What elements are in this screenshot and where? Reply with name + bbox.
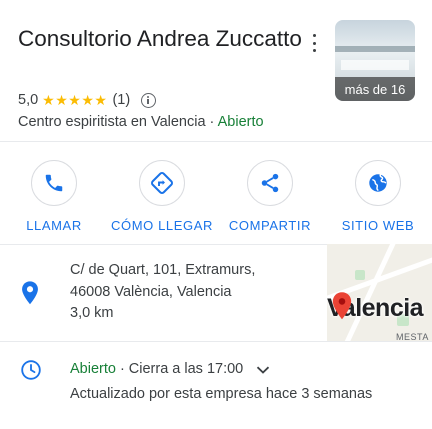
website-button[interactable]: SITIO WEB xyxy=(328,160,428,233)
website-label: SITIO WEB xyxy=(341,218,415,233)
rating-value: 5,0 xyxy=(18,92,39,108)
map-marker-icon xyxy=(332,292,352,320)
divider xyxy=(0,341,432,342)
share-icon xyxy=(261,173,279,193)
updated-note: Actualizado por esta empresa hace 3 sema… xyxy=(70,386,373,402)
directions-icon xyxy=(151,172,173,194)
map-district-label: MESTA xyxy=(396,332,429,341)
info-icon[interactable] xyxy=(141,92,157,108)
location-pin-icon xyxy=(22,281,38,305)
rating-stars: ★★★★★ xyxy=(42,91,108,108)
map-thumbnail[interactable]: Valencia MESTA xyxy=(327,244,432,341)
share-button[interactable]: COMPARTIR xyxy=(220,160,320,233)
directions-label: CÓMO LLEGAR xyxy=(111,218,213,233)
clock-icon xyxy=(21,360,41,380)
globe-icon xyxy=(369,174,387,192)
chevron-down-icon[interactable] xyxy=(256,365,270,375)
divider xyxy=(0,141,432,142)
distance: 3,0 km xyxy=(70,305,114,321)
category-separator: · xyxy=(205,114,218,130)
photo-thumbnail[interactable]: más de 16 xyxy=(335,20,415,101)
share-label: COMPARTIR xyxy=(228,218,312,233)
business-name: Consultorio Andrea Zuccatto xyxy=(18,26,302,51)
hours-status: Abierto xyxy=(70,361,116,377)
call-button[interactable]: LLAMAR xyxy=(4,160,104,233)
hours-row[interactable]: Abierto · Cierra a las 17:00 xyxy=(70,359,270,379)
business-category: Centro espiritista en Valencia xyxy=(18,114,206,130)
call-label: LLAMAR xyxy=(26,218,82,233)
more-options-icon[interactable] xyxy=(306,34,322,52)
closing-time: Cierra a las 17:00 xyxy=(128,361,244,377)
directions-button[interactable]: CÓMO LLEGAR xyxy=(111,160,213,233)
address-line-2: 46008 València, Valencia xyxy=(70,283,232,300)
phone-icon xyxy=(45,174,63,192)
category-row: Centro espiritista en Valencia · Abierto xyxy=(18,112,264,132)
photo-count-label: más de 16 xyxy=(335,77,415,101)
address-line-1: C/ de Quart, 101, Extramurs, xyxy=(70,262,256,278)
address-block[interactable]: C/ de Quart, 101, Extramurs, 46008 Valèn… xyxy=(70,260,255,325)
hours-separator: · xyxy=(119,361,125,377)
open-status: Abierto xyxy=(217,114,264,130)
review-count[interactable]: (1) xyxy=(112,92,130,108)
rating-row: 5,0 ★★★★★ (1) xyxy=(18,90,157,110)
